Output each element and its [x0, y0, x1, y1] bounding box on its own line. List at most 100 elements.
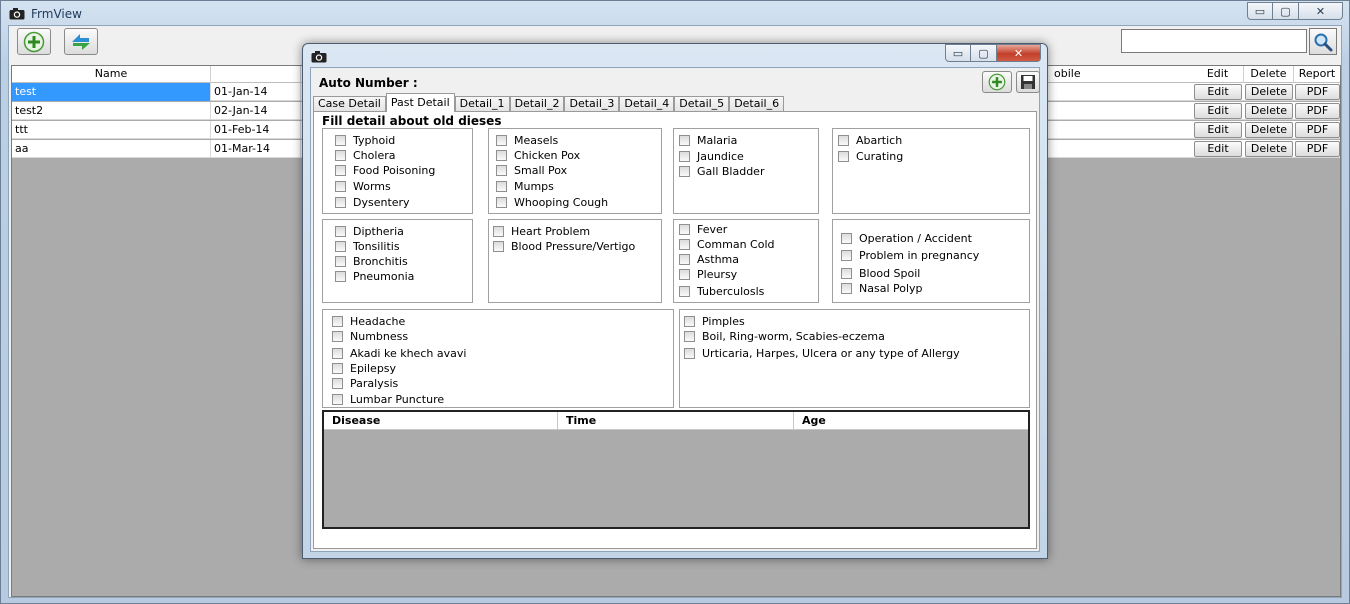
column-header-date[interactable] [211, 66, 301, 83]
checkbox-tuberculosis[interactable]: Tuberculosls [679, 284, 764, 298]
checkbox-box[interactable] [335, 196, 346, 208]
checkbox-box[interactable] [684, 347, 695, 359]
checkbox-blood-pressure[interactable]: Blood Pressure/Vertigo [493, 239, 635, 253]
checkbox-abartich[interactable]: Abartich [838, 133, 902, 147]
checkbox-box[interactable] [841, 267, 852, 279]
checkbox-box[interactable] [496, 180, 507, 192]
delete-button[interactable]: Delete [1245, 141, 1293, 157]
edit-button[interactable]: Edit [1194, 103, 1242, 119]
checkbox-box[interactable] [684, 315, 695, 327]
cell-date[interactable]: 01-Mar-14 [211, 140, 301, 158]
checkbox-box[interactable] [496, 196, 507, 208]
column-header-delete[interactable]: Delete [1244, 66, 1294, 83]
checkbox-box[interactable] [335, 255, 346, 267]
checkbox-box[interactable] [496, 134, 507, 146]
checkbox-chicken-pox[interactable]: Chicken Pox [496, 148, 580, 162]
checkbox-whooping-cough[interactable]: Whooping Cough [496, 195, 608, 209]
delete-button[interactable]: Delete [1245, 122, 1293, 138]
maximize-button[interactable]: ▢ [1273, 2, 1299, 20]
checkbox-box[interactable] [335, 180, 346, 192]
edit-button[interactable]: Edit [1194, 84, 1242, 100]
dialog-maximize-button[interactable]: ▢ [971, 44, 997, 62]
dialog-minimize-button[interactable]: ▭ [945, 44, 971, 62]
checkbox-box[interactable] [841, 232, 852, 244]
checkbox-diptheria[interactable]: Diptheria [335, 224, 404, 238]
checkbox-comman-cold[interactable]: Comman Cold [679, 237, 775, 251]
checkbox-pneumonia[interactable]: Pneumonia [335, 269, 414, 283]
tab-detail-3[interactable]: Detail_3 [564, 96, 620, 112]
tab-past-detail[interactable]: Past Detail [385, 93, 455, 112]
checkbox-box[interactable] [679, 268, 690, 280]
checkbox-box[interactable] [335, 149, 346, 161]
checkbox-box[interactable] [838, 150, 849, 162]
checkbox-worms[interactable]: Worms [335, 179, 391, 193]
checkbox-box[interactable] [335, 240, 346, 252]
column-header-mobile[interactable]: obile [1050, 66, 1192, 83]
checkbox-paralysis[interactable]: Paralysis [332, 376, 398, 390]
column-header-report[interactable]: Report [1294, 66, 1340, 83]
checkbox-box[interactable] [332, 377, 343, 389]
checkbox-box[interactable] [841, 282, 852, 294]
search-input[interactable] [1121, 29, 1307, 53]
cell-date[interactable]: 01-Jan-14 [211, 83, 301, 101]
tab-detail-4[interactable]: Detail_4 [619, 96, 675, 112]
checkbox-urticaria-allergy[interactable]: Urticaria, Harpes, Ulcera or any type of… [684, 346, 960, 360]
checkbox-box[interactable] [493, 225, 504, 237]
checkbox-box[interactable] [332, 315, 343, 327]
pdf-report-button[interactable]: PDF [1295, 103, 1340, 119]
checkbox-box[interactable] [838, 134, 849, 146]
checkbox-heart-problem[interactable]: Heart Problem [493, 224, 590, 238]
tab-detail-6[interactable]: Detail_6 [729, 96, 785, 112]
edit-button[interactable]: Edit [1194, 141, 1242, 157]
checkbox-tonsilitis[interactable]: Tonsilitis [335, 239, 400, 253]
refresh-button[interactable] [64, 28, 98, 55]
cell-date[interactable]: 02-Jan-14 [211, 102, 301, 120]
checkbox-box[interactable] [335, 225, 346, 237]
tab-detail-1[interactable]: Detail_1 [454, 96, 510, 112]
checkbox-box[interactable] [684, 330, 695, 342]
checkbox-box[interactable] [679, 150, 690, 162]
tab-detail-5[interactable]: Detail_5 [674, 96, 730, 112]
checkbox-measels[interactable]: Measels [496, 133, 558, 147]
checkbox-box[interactable] [335, 134, 346, 146]
checkbox-box[interactable] [679, 223, 690, 235]
dialog-close-button[interactable]: ✕ [997, 44, 1041, 62]
checkbox-typhoid[interactable]: Typhoid [335, 133, 395, 147]
checkbox-akadi-ke-khech-avavi[interactable]: Akadi ke khech avavi [332, 346, 466, 360]
checkbox-cholera[interactable]: Cholera [335, 148, 395, 162]
checkbox-pimples[interactable]: Pimples [684, 314, 745, 328]
checkbox-box[interactable] [332, 330, 343, 342]
checkbox-pleursy[interactable]: Pleursy [679, 267, 737, 281]
checkbox-box[interactable] [679, 253, 690, 265]
add-record-button[interactable] [17, 28, 51, 55]
cell-name[interactable]: ttt [12, 121, 211, 139]
save-button[interactable] [1016, 71, 1040, 93]
delete-button[interactable]: Delete [1245, 103, 1293, 119]
column-header-disease[interactable]: Disease [324, 412, 558, 430]
cell-date[interactable]: 01-Feb-14 [211, 121, 301, 139]
checkbox-bronchitis[interactable]: Bronchitis [335, 254, 408, 268]
checkbox-blood-spoil[interactable]: Blood Spoil [841, 266, 920, 280]
checkbox-epilepsy[interactable]: Epilepsy [332, 361, 396, 375]
checkbox-dysentery[interactable]: Dysentery [335, 195, 410, 209]
column-header-time[interactable]: Time [558, 412, 794, 430]
checkbox-box[interactable] [335, 270, 346, 282]
search-button[interactable] [1309, 28, 1337, 55]
edit-button[interactable]: Edit [1194, 122, 1242, 138]
checkbox-fever[interactable]: Fever [679, 222, 727, 236]
cell-name[interactable]: test [12, 83, 211, 101]
checkbox-headache[interactable]: Headache [332, 314, 405, 328]
checkbox-boil-ringworm[interactable]: Boil, Ring-worm, Scabies-eczema [684, 329, 885, 343]
pdf-report-button[interactable]: PDF [1295, 84, 1340, 100]
checkbox-jaundice[interactable]: Jaundice [679, 149, 744, 163]
checkbox-box[interactable] [332, 362, 343, 374]
checkbox-gall-bladder[interactable]: Gall Bladder [679, 164, 764, 178]
main-titlebar[interactable]: FrmView ▭ ▢ ✕ [1, 1, 1349, 25]
checkbox-operation-accident[interactable]: Operation / Accident [841, 231, 972, 245]
checkbox-box[interactable] [679, 238, 690, 250]
pdf-report-button[interactable]: PDF [1295, 141, 1340, 157]
checkbox-box[interactable] [496, 164, 507, 176]
checkbox-small-pox[interactable]: Small Pox [496, 163, 567, 177]
tab-detail-2[interactable]: Detail_2 [509, 96, 565, 112]
column-header-edit[interactable]: Edit [1192, 66, 1244, 83]
